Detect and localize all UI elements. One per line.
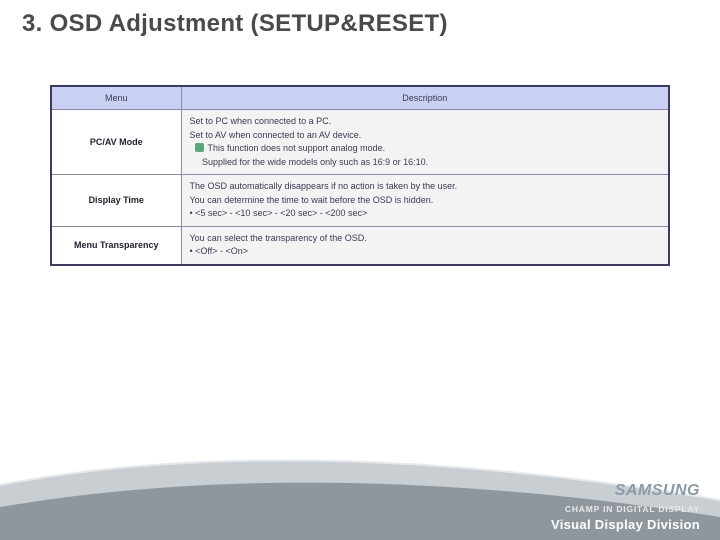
desc-cell-transparency: You can select the transparency of the O… <box>181 226 669 265</box>
footer: SAMSUNG CHAMP IN DIGITAL DISPLAY Visual … <box>0 445 720 540</box>
table-row: Display Time The OSD automatically disap… <box>51 175 669 227</box>
desc-cell-pcav: Set to PC when connected to a PC. Set to… <box>181 110 669 175</box>
table-row: Menu Transparency You can select the tra… <box>51 226 669 265</box>
th-desc: Description <box>181 86 669 110</box>
th-menu: Menu <box>51 86 181 110</box>
desc-line: Set to PC when connected to a PC. <box>190 116 332 126</box>
page-title: 3. OSD Adjustment (SETUP&RESET) <box>22 10 448 38</box>
desc-line: You can determine the time to wait befor… <box>190 195 434 205</box>
table-row: PC/AV Mode Set to PC when connected to a… <box>51 110 669 175</box>
desc-line: • <Off> - <On> <box>190 246 249 256</box>
note-icon <box>195 143 204 152</box>
menu-cell-pcav: PC/AV Mode <box>51 110 181 175</box>
desc-cell-display-time: The OSD automatically disappears if no a… <box>181 175 669 227</box>
desc-line: This function does not support analog mo… <box>208 143 386 153</box>
osd-table: Menu Description PC/AV Mode Set to PC wh… <box>50 85 670 266</box>
desc-line: • <5 sec> - <10 sec> - <20 sec> - <200 s… <box>190 208 368 218</box>
menu-cell-transparency: Menu Transparency <box>51 226 181 265</box>
menu-cell-display-time: Display Time <box>51 175 181 227</box>
desc-line: Set to AV when connected to an AV device… <box>190 130 362 140</box>
brand-logo: SAMSUNG <box>615 482 700 500</box>
footer-tagline: CHAMP IN DIGITAL DISPLAY <box>565 504 700 514</box>
desc-line: You can select the transparency of the O… <box>190 233 367 243</box>
desc-line: The OSD automatically disappears if no a… <box>190 181 458 191</box>
desc-line: Supplied for the wide models only such a… <box>202 157 428 167</box>
footer-division: Visual Display Division <box>551 517 700 532</box>
